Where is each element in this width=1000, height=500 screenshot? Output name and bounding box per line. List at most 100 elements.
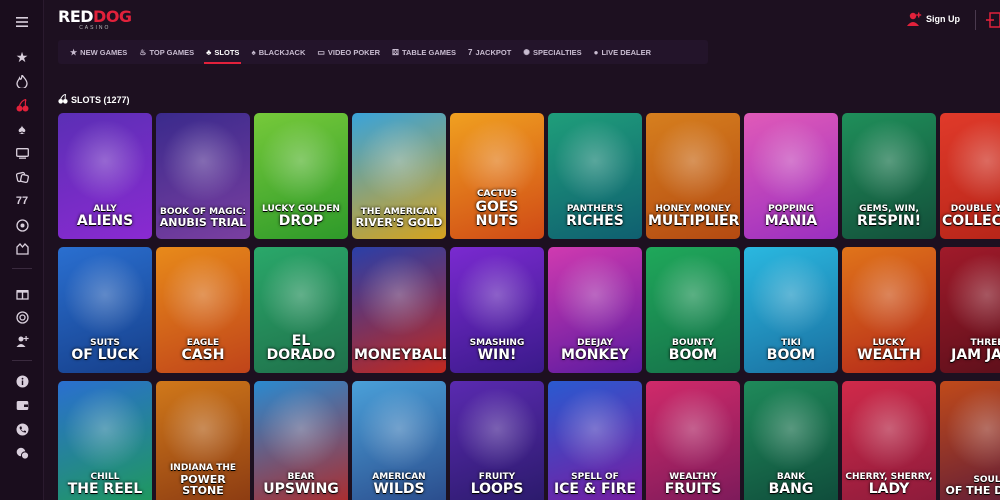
game-tile[interactable]: AMERICAN WILDS [352,381,446,500]
game-title: CHERRY, SHERRY, LADY [844,472,934,497]
game-title: FRUITY LOOPS [452,472,542,498]
flame-icon[interactable] [10,70,34,92]
wheel-icon[interactable] [10,214,34,236]
phone-icon[interactable] [10,418,34,440]
game-tile[interactable]: INDIANA THE POWER STONE [156,381,250,500]
info-icon[interactable] [10,370,34,392]
nav-tab-label: NEW GAMES [80,47,128,57]
casino-app: ★ ♠ 77 REDDOG CASINO Sign Up ★ NEW GAMES… [0,0,1000,500]
game-title: LUCKY GOLDEN DROP [256,204,346,230]
game-tile[interactable]: CHILL THE REEL [58,381,152,500]
game-tile[interactable]: DEEJAY MONKEY [548,247,642,373]
user-plus-icon[interactable] [10,330,34,352]
game-tile[interactable]: BOUNTY BOOM [646,247,740,373]
game-tile[interactable]: BEAR UPSWING [254,381,348,500]
user-add-icon[interactable] [906,11,922,27]
game-title-line2: ALIENS [76,213,134,230]
game-title-line2: ANUBIS TRIAL [159,216,247,230]
game-tile[interactable]: EAGLE CASH [156,247,250,373]
spade-icon[interactable]: ♠ [10,118,34,140]
game-tile[interactable]: BANK BANG [744,381,838,500]
star-icon[interactable]: ★ [10,46,34,68]
game-title-line2: WIN! [477,347,517,364]
game-title-line2: MANIA [764,213,818,230]
game-title-line2: WEALTH [857,347,921,364]
game-title-line2: OF LUCK [71,347,139,364]
cherry-icon[interactable] [10,94,34,116]
seven-icon[interactable]: 77 [10,190,34,212]
game-tile[interactable]: DOUBLE YOURCOLLECTION [940,113,1000,239]
nav-tab-slots[interactable]: ♣ SLOTS [200,40,245,64]
game-tile[interactable]: THE AMERICAN RIVER'S GOLD [352,113,446,239]
game-tile[interactable]: ALLY ALIENS [58,113,152,239]
nav-tab-video-poker[interactable]: ▭ VIDEO POKER [311,40,386,64]
dice-icon[interactable] [10,166,34,188]
game-title-line2: LOOPS [470,481,524,498]
nav-tab-label: BLACKJACK [258,47,306,57]
seven-icon: 7 [468,47,473,57]
monitor-icon[interactable] [10,142,34,164]
game-title: THE AMERICAN RIVER'S GOLD [354,207,444,229]
category-nav: ★ NEW GAMES ♨ TOP GAMES ♣ SLOTS ♠ BLACKJACK ▭ VID… [58,40,708,64]
top-bar: REDDOG CASINO Sign Up [44,0,1000,40]
nav-tab-table-games[interactable]: ⚄ TABLE GAMES [386,40,462,64]
star-icon: ★ [70,47,78,57]
game-tile[interactable]: FRUITY LOOPS [450,381,544,500]
game-title: SOULOF THE DEAD [942,475,1000,497]
game-title: DOUBLE YOURCOLLECTION [942,204,1000,230]
game-tile[interactable]: SMASHING WIN! [450,247,544,373]
nav-tab-new-games[interactable]: ★ NEW GAMES [64,40,133,64]
nav-tab-specialties[interactable]: ✺ SPECIALTIES [517,40,587,64]
sign-up-button[interactable]: Sign Up [926,14,960,24]
nav-tab-top-games[interactable]: ♨ TOP GAMES [133,40,200,64]
game-title-line2: ICE & FIRE [553,481,637,498]
game-tile[interactable]: HONEY MONEY MULTIPLIER [646,113,740,239]
dealer-icon[interactable] [10,238,34,260]
game-title: SUITS OF LUCK [60,338,150,364]
game-title: BOOK OF MAGIC: ANUBIS TRIAL [158,207,248,230]
game-tile[interactable]: CHERRY, SHERRY, LADY [842,381,936,500]
game-tile[interactable]: EL DORADO [254,247,348,373]
game-title: SMASHING WIN! [452,338,542,364]
gift-icon[interactable] [10,282,34,304]
game-title: WEALTHY FRUITS [648,472,738,497]
game-title: DEEJAY MONKEY [550,338,640,363]
nav-tab-label: VIDEO POKER [327,47,381,57]
game-title-line2: CASH [181,347,225,364]
logo-wordmark: REDDOG [58,7,132,26]
game-tile[interactable]: LUCKY GOLDEN DROP [254,113,348,239]
game-tile[interactable]: SPELL OF ICE & FIRE [548,381,642,500]
game-tile[interactable]: SUITS OF LUCK [58,247,152,373]
game-title-line2: BOOM [668,347,718,364]
game-tile[interactable]: LUCKY WEALTH [842,247,936,373]
game-tile[interactable]: BOOK OF MAGIC: ANUBIS TRIAL [156,113,250,239]
chat-icon[interactable] [10,442,34,464]
reddog-logo[interactable]: REDDOG CASINO [58,7,132,32]
game-tile[interactable]: WEALTHY FRUITS [646,381,740,500]
dice-icon: ⚄ [392,47,399,57]
game-title-line2: JAM JARS [951,347,1000,364]
game-tile[interactable]: MONEYBALL [352,247,446,373]
game-tile[interactable]: POPPING MANIA [744,113,838,239]
nav-tab-label: TOP GAMES [149,47,195,57]
game-tile[interactable]: CACTUS GOES NUTS [450,113,544,239]
game-title: BEAR UPSWING [256,472,346,497]
game-title-line2: COLLECTION [942,213,1000,230]
game-title-line2: RICHES [566,213,624,230]
hamburger-menu-icon[interactable] [10,11,34,33]
nav-tab-jackpot[interactable]: 7 JACKPOT [462,40,517,64]
section-title-text: SLOTS (1277) [71,95,130,105]
game-tile[interactable]: THREEJAM JARS [940,247,1000,373]
nav-tab-blackjack[interactable]: ♠ BLACKJACK [245,40,311,64]
logo-dog: DOG [93,7,132,26]
game-title: HONEY MONEY MULTIPLIER [648,204,739,229]
nav-tab-live-dealer[interactable]: ● LIVE DEALER [588,40,657,64]
game-tile[interactable]: PANTHER'S RICHES [548,113,642,239]
target-icon[interactable] [10,306,34,328]
game-tile[interactable]: SOULOF THE DEAD [940,381,1000,500]
login-icon[interactable] [986,10,1000,30]
game-title-line2: DROP [278,213,324,230]
wallet-icon[interactable] [10,394,34,416]
game-tile[interactable]: TIKI BOOM [744,247,838,373]
game-tile[interactable]: GEMS, WIN, RESPIN! [842,113,936,239]
